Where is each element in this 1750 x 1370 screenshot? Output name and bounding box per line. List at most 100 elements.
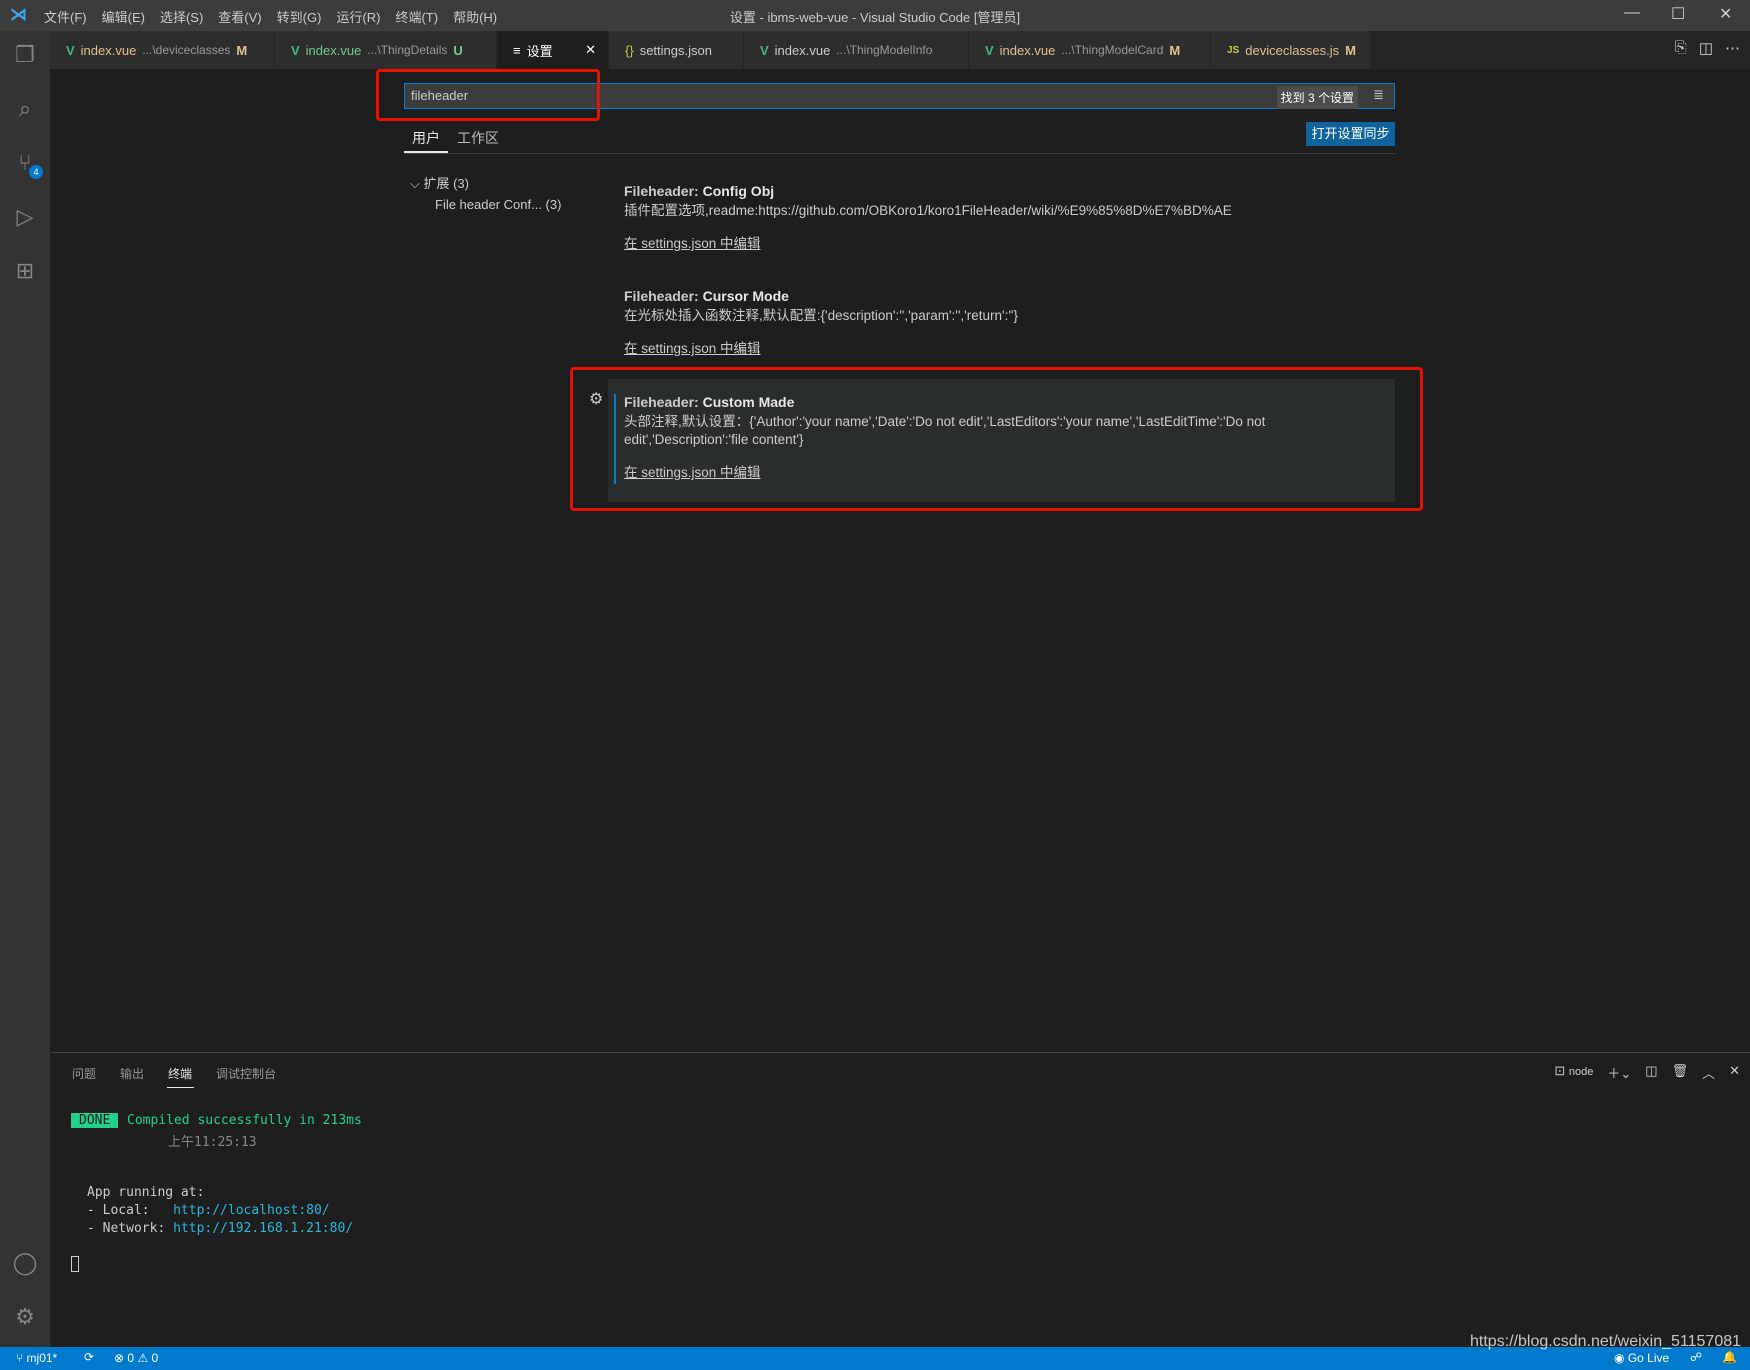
js-icon: JS <box>1227 44 1240 56</box>
source-control-icon[interactable]: ⑂ 4 <box>11 149 43 179</box>
tab-label: deviceclasses.js <box>1245 42 1340 58</box>
edit-in-settings-json-link[interactable]: 在 settings.json 中编辑 <box>624 232 1384 252</box>
scope-tab-user[interactable]: 用户 <box>412 128 440 148</box>
tab-index-thingdetails[interactable]: Vindex.vue ...\ThingDetails U <box>275 31 497 69</box>
setting-category: Fileheader: <box>624 288 703 304</box>
terminal-cursor <box>71 1256 79 1272</box>
tree-item-file-header[interactable]: File header Conf... (3) <box>435 197 561 212</box>
new-terminal-icon[interactable]: ＋⌄ <box>1607 1063 1631 1082</box>
tab-path: ...\ThingModelInfo <box>836 43 933 57</box>
setting-category: Fileheader: <box>624 183 703 199</box>
terminal-name: node <box>1568 1066 1594 1078</box>
title-bar: ⋊ 文件(F) 编辑(E) 选择(S) 查看(V) 转到(G) 运行(R) 终端… <box>0 0 1750 31</box>
scope-tab-workspace[interactable]: 工作区 <box>457 128 499 148</box>
setting-config-obj: Fileheader: Config Obj 插件配置选项,readme:htt… <box>624 183 1384 252</box>
search-icon[interactable]: ⌕ <box>11 95 39 123</box>
tab-label: settings.json <box>639 42 712 58</box>
vue-icon: V <box>66 42 75 58</box>
notifications-bell-icon[interactable]: 🔔 <box>1722 1350 1737 1364</box>
split-editor-icon[interactable]: ◫ <box>1699 39 1713 57</box>
problems-indicator[interactable]: ⊗ 0 ⚠ 0 <box>114 1351 158 1365</box>
app-running-text: App running at: <box>87 1185 205 1200</box>
editor-tabs: Vindex.vue ...\deviceclasses M Vindex.vue.… <box>50 31 1750 69</box>
maximize-panel-chevron-up-icon[interactable]: ︿ <box>1702 1063 1715 1082</box>
tab-deviceclasses-js[interactable]: JS deviceclasses.js M <box>1211 31 1371 69</box>
network-url[interactable]: http://192.168.1.21:80/ <box>173 1221 353 1236</box>
more-actions-icon[interactable]: ⋯ <box>1725 39 1740 57</box>
explorer-icon[interactable]: ❐ <box>11 41 39 69</box>
terminal-icon: ⊡ <box>1554 1063 1569 1078</box>
network-line: - Network: http://192.168.1.21:80/ <box>87 1221 353 1236</box>
minimize-button[interactable]: — <box>1624 4 1640 22</box>
modified-badge: M <box>1345 42 1357 58</box>
go-live-label: Go Live <box>1627 1351 1670 1365</box>
tab-path: ...\deviceclasses <box>142 43 231 57</box>
tab-path: ...\ThingModelCard <box>1061 43 1164 57</box>
tab-label: index.vue <box>80 42 137 58</box>
account-icon[interactable]: ◯ <box>11 1249 39 1277</box>
panel-tab-problems[interactable]: 问题 <box>72 1065 96 1082</box>
watermark: https://blog.csdn.net/weixin_51157081 <box>1470 1333 1742 1350</box>
tab-label: index.vue <box>774 42 831 58</box>
tab-label: index.vue <box>305 42 362 58</box>
go-live-button[interactable]: ◉ Go Live <box>1614 1351 1669 1365</box>
tab-index-thingmodelinfo[interactable]: Vindex.vue ...\ThingModelInfo <box>744 31 969 69</box>
extensions-icon[interactable]: ⊞ <box>11 257 39 285</box>
compiled-message: Compiled successfully in 213ms <box>127 1113 362 1128</box>
panel-tab-terminal[interactable]: 终端 <box>168 1065 192 1082</box>
json-icon: {} <box>625 42 634 58</box>
divider <box>404 153 1395 154</box>
turn-on-settings-sync-button[interactable]: 打开设置同步 <box>1306 122 1395 146</box>
editor-actions: ⎘ ◫ ⋯ <box>1675 39 1740 57</box>
panel-tab-debug-console[interactable]: 调试控制台 <box>216 1065 276 1082</box>
network-label: - Network: <box>87 1221 174 1236</box>
tab-label: index.vue <box>999 42 1056 58</box>
branch-name: mj01* <box>26 1351 58 1365</box>
close-panel-icon[interactable]: ✕ <box>1729 1063 1740 1082</box>
tab-index-thingmodelcard[interactable]: Vindex.vue ...\ThingModelCard M <box>969 31 1211 69</box>
tree-group-extensions[interactable]: ⌵ 扩展 (3) <box>410 173 469 192</box>
chevron-down-icon: ⌵ <box>410 176 424 191</box>
tab-index-deviceclasses[interactable]: Vindex.vue ...\deviceclasses M <box>50 31 275 69</box>
kill-terminal-trash-icon[interactable]: 🗑 <box>1672 1063 1689 1082</box>
panel-actions: ⊡ node ＋⌄ ◫ 🗑 ︿ ✕ <box>1554 1063 1740 1082</box>
setting-title: Fileheader: Config Obj <box>624 183 1384 199</box>
window-title: 设置 - ibms-web-vue - Visual Studio Code [… <box>729 10 1021 25</box>
error-icon: ⊗ <box>114 1351 125 1365</box>
vue-icon: V <box>291 42 300 58</box>
warning-icon: ⚠ <box>137 1351 149 1365</box>
setting-name: Cursor Mode <box>702 288 789 304</box>
bottom-panel: 问题 输出 终端 调试控制台 ⊡ node ＋⌄ ◫ 🗑 ︿ ✕ DONE Co… <box>50 1052 1750 1347</box>
setting-description: 插件配置选项,readme:https://github.com/OBKoro1… <box>624 203 1232 218</box>
maximize-button[interactable]: ☐ <box>1671 4 1685 24</box>
feedback-icon[interactable]: ☍ <box>1690 1350 1702 1364</box>
local-label: - Local: <box>87 1203 174 1218</box>
clear-filter-icon[interactable]: ≣ <box>1373 87 1384 103</box>
terminal-select[interactable]: ⊡ node <box>1554 1063 1593 1082</box>
active-tab-underline <box>167 1087 194 1088</box>
local-url[interactable]: http://localhost:80/ <box>173 1203 330 1218</box>
untracked-badge: U <box>453 42 463 58</box>
close-tab-icon[interactable]: ✕ <box>585 42 596 58</box>
done-badge: DONE <box>71 1113 119 1128</box>
tab-label: 设置 <box>526 43 553 59</box>
modified-badge: M <box>1169 42 1181 58</box>
setting-cursor-mode: Fileheader: Cursor Mode 在光标处插入函数注释,默认配置:… <box>624 288 1384 357</box>
tab-settings[interactable]: ≡ 设置 ✕ <box>497 31 609 69</box>
manage-gear-icon[interactable]: ⚙ <box>11 1303 39 1331</box>
setting-title: Fileheader: Cursor Mode <box>624 288 1384 304</box>
split-terminal-icon[interactable]: ◫ <box>1645 1063 1657 1082</box>
close-window-button[interactable]: ✕ <box>1719 4 1732 24</box>
tab-path: ...\ThingDetails <box>367 43 448 57</box>
git-branch-icon: ⑂ <box>16 1351 27 1365</box>
open-settings-json-icon[interactable]: ⎘ <box>1675 39 1687 57</box>
warning-count: 0 <box>151 1351 159 1365</box>
tab-settings-json[interactable]: {} settings.json <box>609 31 744 69</box>
tree-group-label: 扩展 (3) <box>423 176 469 191</box>
run-debug-icon[interactable]: ▷ <box>11 203 39 231</box>
panel-tab-output[interactable]: 输出 <box>120 1065 144 1082</box>
edit-in-settings-json-link[interactable]: 在 settings.json 中编辑 <box>624 337 1384 357</box>
highlight-box <box>570 367 1423 511</box>
sync-icon[interactable]: ⟳ <box>84 1350 94 1364</box>
branch-indicator[interactable]: ⑂ mj01* <box>16 1351 57 1365</box>
